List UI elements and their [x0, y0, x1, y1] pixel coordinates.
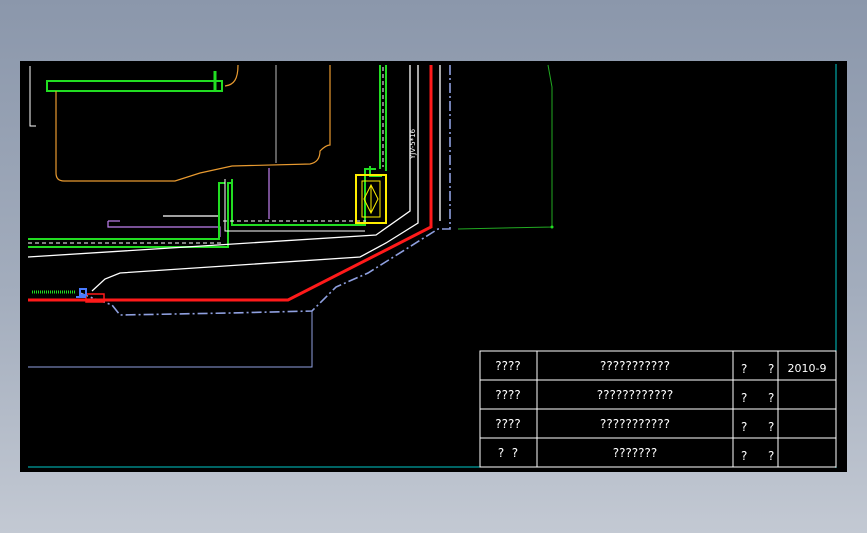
title-cell-label: ? ?	[498, 446, 518, 460]
title-cell-value: ???????????	[600, 359, 670, 373]
title-cell-value: ???????????	[600, 417, 670, 431]
title-cell-c4: ?	[768, 362, 774, 376]
title-cell-label: ????	[495, 388, 520, 402]
title-cell-label: ????	[495, 359, 520, 373]
title-cell-c4: ?	[768, 420, 774, 434]
orange-outline	[55, 64, 331, 182]
violet-lines	[107, 168, 270, 237]
title-cell-c3: ?	[741, 362, 747, 376]
title-row-1: ???? ??????????? ? ? 2010-9	[495, 359, 826, 376]
cable-label: YJV-5*16	[409, 128, 417, 160]
title-cell-value: ???????	[613, 446, 658, 460]
title-cell-label: ????	[495, 417, 520, 431]
cad-drawing: YJV-5*16 ???? ??????????? ? ? 2010-9 ???…	[27, 64, 837, 468]
yellow-junction-box	[355, 174, 387, 224]
title-cell-value: ????????????	[597, 388, 673, 402]
title-cell-date: 2010-9	[788, 362, 827, 375]
title-cell-c3: ?	[741, 391, 747, 405]
title-cell-c4: ?	[768, 391, 774, 405]
green-building-top	[46, 71, 223, 92]
title-cell-c3: ?	[741, 449, 747, 463]
blue-marker	[76, 288, 87, 298]
cad-drawing-canvas[interactable]: YJV-5*16 ???? ??????????? ? ? 2010-9 ???…	[20, 61, 847, 472]
boundary-point	[550, 225, 554, 229]
title-cell-c4: ?	[768, 449, 774, 463]
title-cell-c3: ?	[741, 420, 747, 434]
green-site-boundary	[457, 64, 553, 230]
green-corridor	[28, 65, 387, 248]
white-road-edges	[27, 65, 441, 292]
corner-mark	[29, 66, 36, 127]
